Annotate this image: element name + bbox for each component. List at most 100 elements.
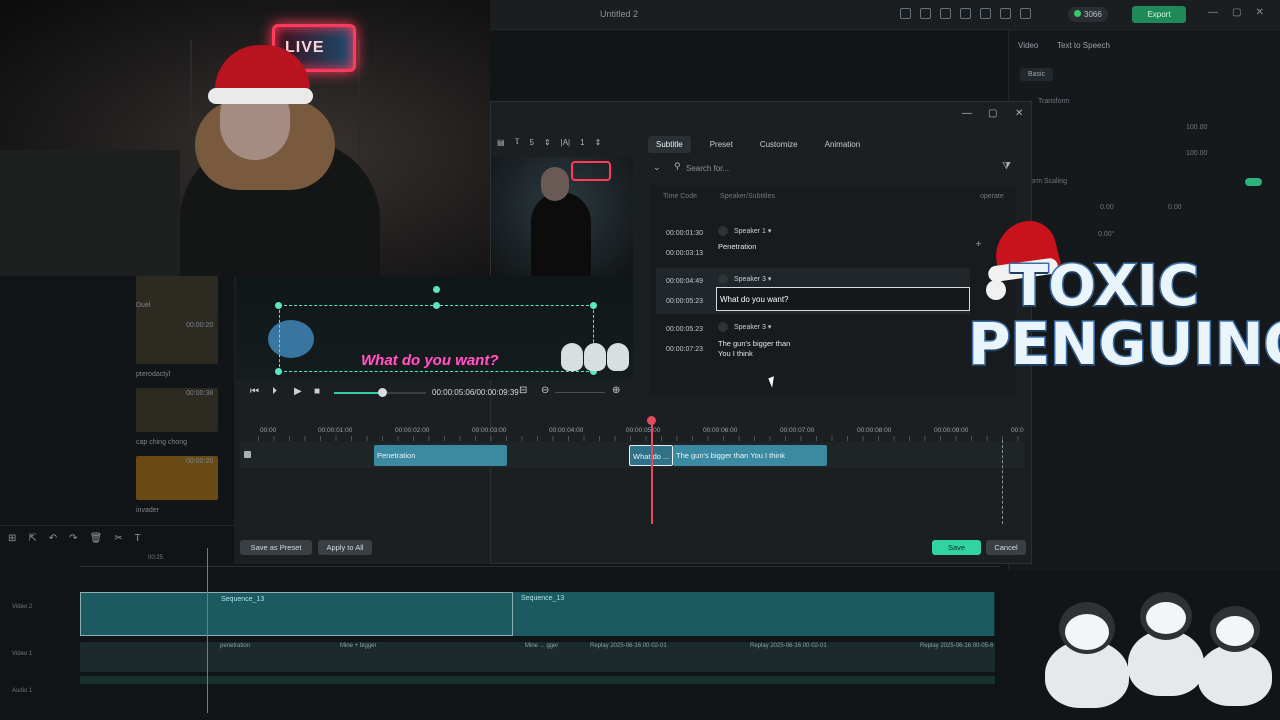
subtitle-clip[interactable]: Penetration <box>374 445 507 466</box>
clip-label: penetration <box>220 643 251 649</box>
rotate-value[interactable]: 0.00° <box>1098 231 1114 238</box>
prev-frame-icon[interactable]: ⏮ <box>250 386 259 397</box>
letter-spacing-icon[interactable]: |A| <box>561 138 571 147</box>
row-start-time[interactable]: 00:00:01:30 <box>666 230 703 237</box>
tab-subtitle[interactable]: Subtitle <box>648 136 691 153</box>
video-1-track[interactable]: penetration Mine + bigger Mine ... gger … <box>80 642 995 672</box>
search-input[interactable] <box>670 160 990 176</box>
audio-1-track[interactable] <box>80 676 995 684</box>
speaker-select[interactable]: Speaker 3 ▾ <box>734 323 771 331</box>
tick-label: 00:00:08:00 <box>857 427 892 434</box>
export-button[interactable]: Export <box>1132 6 1186 23</box>
redo-icon[interactable]: ↷ <box>69 533 77 544</box>
maximize-icon[interactable]: ▢ <box>1232 7 1241 18</box>
subtitle-text[interactable]: Penetration <box>718 242 756 252</box>
text-style-icon[interactable]: ▤ <box>497 138 505 147</box>
track-label-video-1: Video 1 <box>12 651 33 657</box>
stepper-icon[interactable]: ⇕ <box>595 138 602 147</box>
resize-handle[interactable] <box>275 302 282 309</box>
tab-animation[interactable]: Animation <box>817 136 869 153</box>
tab-basic[interactable]: Basic <box>1020 68 1054 81</box>
resize-handle[interactable] <box>590 302 597 309</box>
preview-webcam-inset <box>491 157 633 276</box>
help-icon[interactable] <box>1020 8 1031 19</box>
split-icon[interactable]: ✂ <box>114 533 122 544</box>
resize-handle[interactable] <box>433 302 440 309</box>
stop-icon[interactable]: ■ <box>314 386 320 397</box>
scrub-progress <box>334 392 382 394</box>
home-icon[interactable] <box>920 8 931 19</box>
row-end-time[interactable]: 00:00:03:13 <box>666 250 703 257</box>
font-size-value[interactable]: 5 <box>529 138 533 147</box>
rotate-handle[interactable] <box>433 286 440 293</box>
row-start-time[interactable]: 00:00:05:23 <box>666 326 703 333</box>
collapse-chevron-icon[interactable]: ⌄ <box>653 162 661 173</box>
subtitle-edit-input[interactable] <box>716 287 970 311</box>
subtitle-clip[interactable]: The gun's bigger than You I think <box>673 445 827 466</box>
resize-handle[interactable] <box>275 368 282 375</box>
play-icon[interactable]: ▶ <box>294 386 302 397</box>
penguin-mascot <box>1128 590 1204 700</box>
dialog-maximize-icon[interactable]: ▢ <box>988 108 997 119</box>
layout-icon[interactable]: ⊞ <box>8 533 16 544</box>
speaker-select[interactable]: Speaker 3 ▾ <box>734 275 771 283</box>
minimize-icon[interactable]: — <box>1208 7 1218 18</box>
subtitle-text[interactable]: The gun's bigger than You I think <box>718 339 790 359</box>
main-playhead[interactable] <box>207 548 208 713</box>
delete-icon[interactable]: 🗑 <box>90 533 103 544</box>
cancel-button[interactable]: Cancel <box>986 540 1026 555</box>
zoom-slider[interactable] <box>555 392 605 393</box>
row-end-time[interactable]: 00:00:05:23 <box>666 298 703 305</box>
auto-scaling-label: orm Scaling <box>1030 178 1067 185</box>
settings-icon[interactable] <box>1000 8 1011 19</box>
tab-video[interactable]: Video <box>1018 41 1038 50</box>
scale-value-2[interactable]: 100.00 <box>1186 150 1207 157</box>
text-icon[interactable]: T <box>135 533 141 544</box>
save-as-preset-button[interactable]: Save as Preset <box>240 540 312 555</box>
media-icon[interactable] <box>940 8 951 19</box>
stepper-icon[interactable]: ⇕ <box>544 138 551 147</box>
media-thumb[interactable] <box>136 276 218 320</box>
close-icon[interactable]: ✕ <box>1255 7 1263 18</box>
dialog-playhead[interactable] <box>651 421 653 524</box>
step-play-icon[interactable]: ⏵ <box>272 386 277 397</box>
save-button[interactable]: Save <box>932 540 981 555</box>
speaker-select[interactable]: Speaker 1 ▾ <box>734 227 771 235</box>
auto-scaling-toggle[interactable] <box>1245 178 1262 186</box>
tick-label: 00:0 <box>1011 427 1024 434</box>
row-start-time[interactable]: 00:00:04:49 <box>666 278 703 285</box>
dialog-close-icon[interactable]: ✕ <box>1015 108 1023 119</box>
cloud-icon[interactable] <box>980 8 991 19</box>
font-size-icon[interactable]: Ⲧ <box>515 137 520 147</box>
tab-preset[interactable]: Preset <box>702 136 741 153</box>
spacing-value[interactable]: 1 <box>580 138 584 147</box>
tab-text-to-speech[interactable]: Text to Speech <box>1057 41 1110 50</box>
sequence-clip[interactable]: Sequence_13 <box>80 592 513 636</box>
undo-icon[interactable]: ↶ <box>49 533 57 544</box>
media-duration: 00:00:20 <box>186 458 214 465</box>
dialog-minimize-icon[interactable]: — <box>962 108 972 119</box>
scale-value[interactable]: 100.00 <box>1186 124 1207 131</box>
tick-label: 00:00:05:00 <box>626 427 661 434</box>
penguin-mascot <box>1045 600 1129 710</box>
filter-icon[interactable]: ⧩ <box>1002 161 1011 172</box>
sequence-clip[interactable]: Sequence_13 <box>513 592 995 636</box>
zoom-out-icon[interactable]: ⊖ <box>541 385 549 396</box>
position-y[interactable]: 0.00 <box>1168 204 1182 211</box>
row-end-time[interactable]: 00:00:07:23 <box>666 346 703 353</box>
video-2-track[interactable]: Sequence_13 Sequence_13 <box>80 592 995 636</box>
split-merge-icon[interactable]: ⧾ <box>976 238 981 249</box>
position-x[interactable]: 0.00 <box>1100 204 1114 211</box>
preview-penguins <box>561 343 629 371</box>
tab-customize[interactable]: Customize <box>752 136 806 153</box>
shop-icon[interactable] <box>900 8 911 19</box>
feedback-icon[interactable] <box>960 8 971 19</box>
ruler-mark: 00:25 <box>148 555 164 561</box>
apply-to-all-button[interactable]: Apply to All <box>318 540 372 555</box>
zoom-in-icon[interactable]: ⊕ <box>612 385 620 396</box>
scrub-knob[interactable] <box>378 388 387 397</box>
select-icon[interactable]: ⇱ <box>28 533 36 544</box>
media-label: Duel <box>136 302 151 309</box>
fit-screen-icon[interactable]: ⊟ <box>519 385 527 396</box>
credits-badge[interactable]: 3066 <box>1068 7 1108 22</box>
